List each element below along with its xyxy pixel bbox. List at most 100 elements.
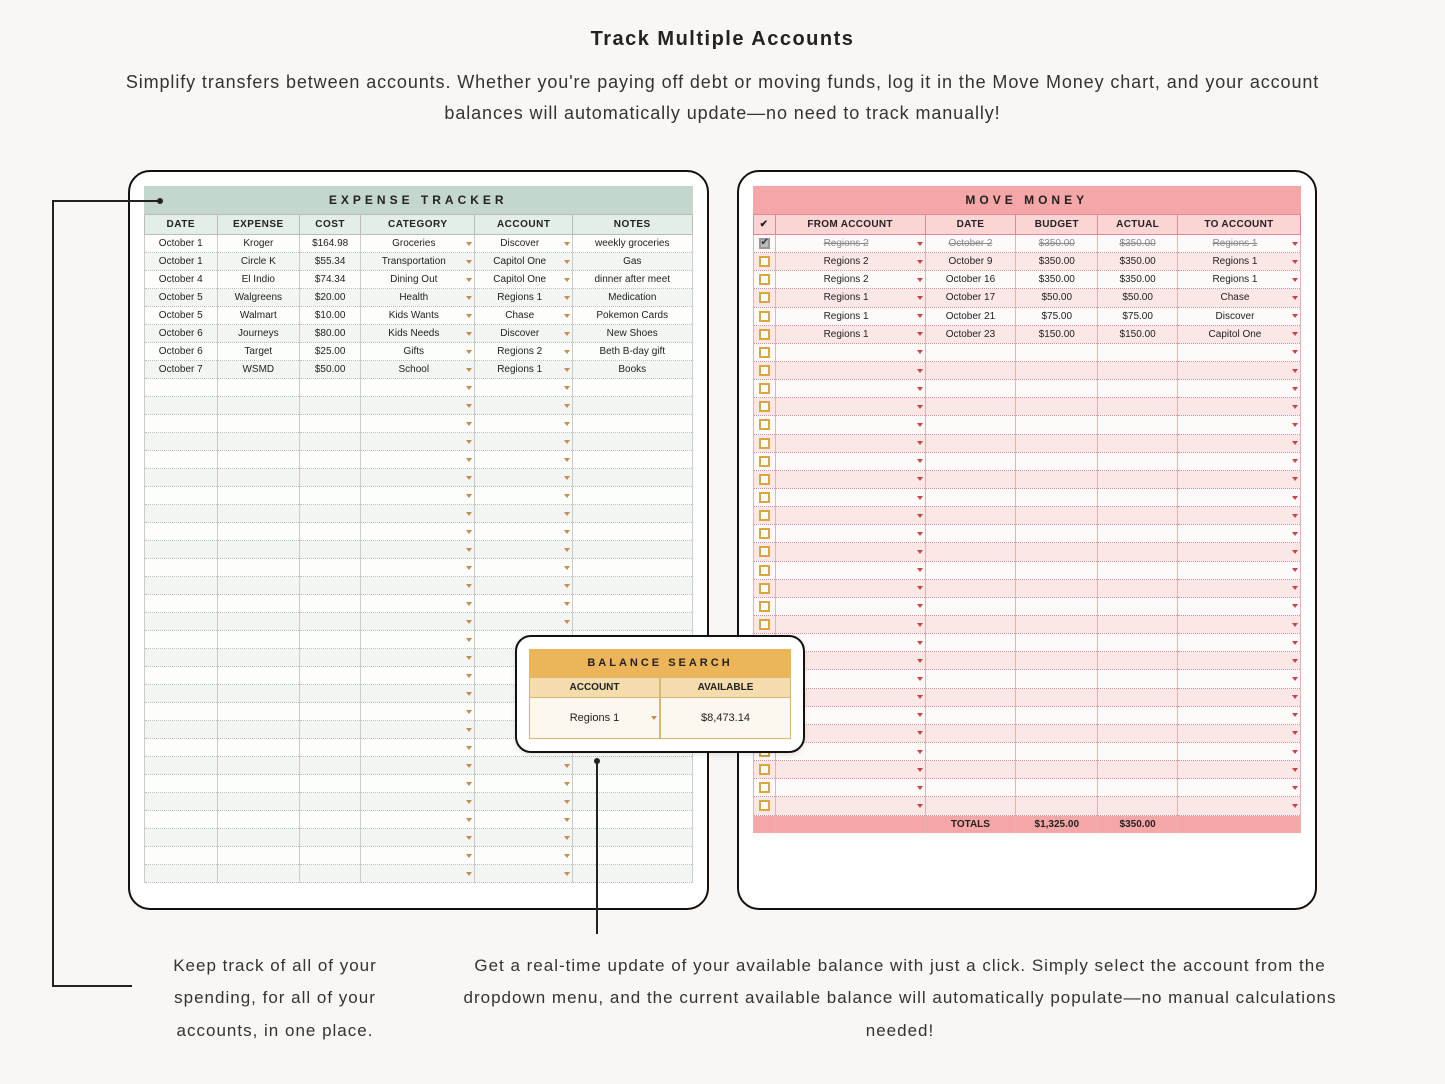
from-account-dropdown[interactable] [775, 488, 925, 506]
date-cell[interactable] [925, 525, 1015, 543]
checkbox-cell[interactable] [753, 470, 775, 488]
notes-cell[interactable] [572, 379, 692, 397]
account-dropdown[interactable] [475, 541, 573, 559]
expense-cell[interactable] [217, 775, 300, 793]
date-cell[interactable] [145, 793, 218, 811]
notes-cell[interactable] [572, 829, 692, 847]
to-account-dropdown[interactable] [1177, 579, 1300, 597]
from-account-dropdown[interactable] [775, 797, 925, 815]
category-dropdown[interactable] [361, 505, 475, 523]
actual-cell[interactable] [1098, 361, 1178, 379]
cost-cell[interactable] [300, 865, 361, 883]
from-account-dropdown[interactable] [775, 452, 925, 470]
to-account-dropdown[interactable] [1177, 597, 1300, 615]
budget-cell[interactable] [1016, 761, 1098, 779]
expense-cell[interactable] [217, 667, 300, 685]
category-dropdown[interactable] [361, 811, 475, 829]
expense-cell[interactable] [217, 451, 300, 469]
budget-cell[interactable]: $350.00 [1016, 253, 1098, 271]
checkbox-cell[interactable] [753, 416, 775, 434]
account-dropdown[interactable]: Regions 2 [475, 343, 573, 361]
account-dropdown[interactable]: Capitol One [475, 253, 573, 271]
from-account-dropdown[interactable] [775, 779, 925, 797]
to-account-dropdown[interactable] [1177, 416, 1300, 434]
date-cell[interactable] [925, 579, 1015, 597]
expense-cell[interactable] [217, 487, 300, 505]
cost-cell[interactable] [300, 847, 361, 865]
date-cell[interactable] [925, 797, 1015, 815]
notes-cell[interactable] [572, 523, 692, 541]
checkbox-cell[interactable] [753, 779, 775, 797]
notes-cell[interactable] [572, 577, 692, 595]
date-cell[interactable] [925, 615, 1015, 633]
cost-cell[interactable] [300, 703, 361, 721]
from-account-dropdown[interactable] [775, 561, 925, 579]
account-dropdown[interactable]: Discover [475, 235, 573, 253]
cost-cell[interactable] [300, 469, 361, 487]
category-dropdown[interactable]: Gifts [361, 343, 475, 361]
budget-cell[interactable]: $150.00 [1016, 325, 1098, 343]
date-cell[interactable] [925, 361, 1015, 379]
cost-cell[interactable]: $74.34 [300, 271, 361, 289]
actual-cell[interactable] [1098, 724, 1178, 742]
budget-cell[interactable] [1016, 507, 1098, 525]
date-cell[interactable]: October 23 [925, 325, 1015, 343]
date-cell[interactable] [145, 685, 218, 703]
date-cell[interactable] [145, 847, 218, 865]
date-cell[interactable]: October 6 [145, 325, 218, 343]
to-account-dropdown[interactable] [1177, 670, 1300, 688]
cost-cell[interactable] [300, 379, 361, 397]
actual-cell[interactable] [1098, 652, 1178, 670]
cost-cell[interactable] [300, 829, 361, 847]
expense-cell[interactable] [217, 847, 300, 865]
checkbox-cell[interactable] [753, 380, 775, 398]
account-dropdown[interactable] [475, 379, 573, 397]
budget-cell[interactable] [1016, 470, 1098, 488]
from-account-dropdown[interactable]: Regions 1 [775, 289, 925, 307]
account-dropdown[interactable] [475, 577, 573, 595]
to-account-dropdown[interactable]: Regions 1 [1177, 271, 1300, 289]
to-account-dropdown[interactable]: Regions 1 [1177, 253, 1300, 271]
actual-cell[interactable] [1098, 416, 1178, 434]
actual-cell[interactable] [1098, 742, 1178, 760]
notes-cell[interactable] [572, 811, 692, 829]
actual-cell[interactable] [1098, 597, 1178, 615]
category-dropdown[interactable] [361, 865, 475, 883]
date-cell[interactable] [925, 761, 1015, 779]
budget-cell[interactable] [1016, 652, 1098, 670]
actual-cell[interactable] [1098, 634, 1178, 652]
checkbox-cell[interactable] [753, 579, 775, 597]
expense-cell[interactable] [217, 757, 300, 775]
actual-cell[interactable] [1098, 670, 1178, 688]
notes-cell[interactable] [572, 433, 692, 451]
notes-cell[interactable]: Gas [572, 253, 692, 271]
date-cell[interactable] [145, 703, 218, 721]
expense-cell[interactable] [217, 829, 300, 847]
expense-cell[interactable]: Target [217, 343, 300, 361]
date-cell[interactable]: October 4 [145, 271, 218, 289]
actual-cell[interactable]: $350.00 [1098, 271, 1178, 289]
budget-cell[interactable] [1016, 688, 1098, 706]
notes-cell[interactable] [572, 793, 692, 811]
checkbox-cell[interactable] [753, 797, 775, 815]
category-dropdown[interactable] [361, 379, 475, 397]
date-cell[interactable]: October 6 [145, 343, 218, 361]
date-cell[interactable] [145, 649, 218, 667]
checkbox-cell[interactable] [753, 361, 775, 379]
budget-cell[interactable] [1016, 615, 1098, 633]
checkbox-cell[interactable] [753, 525, 775, 543]
date-cell[interactable]: October 5 [145, 307, 218, 325]
date-cell[interactable]: October 1 [145, 235, 218, 253]
cost-cell[interactable] [300, 739, 361, 757]
date-cell[interactable]: October 21 [925, 307, 1015, 325]
budget-cell[interactable]: $75.00 [1016, 307, 1098, 325]
budget-cell[interactable] [1016, 670, 1098, 688]
actual-cell[interactable] [1098, 398, 1178, 416]
account-dropdown[interactable] [475, 559, 573, 577]
category-dropdown[interactable]: Health [361, 289, 475, 307]
date-cell[interactable] [145, 613, 218, 631]
checkbox-cell[interactable] [753, 761, 775, 779]
checkbox-cell[interactable] [753, 507, 775, 525]
date-cell[interactable] [145, 379, 218, 397]
category-dropdown[interactable] [361, 847, 475, 865]
